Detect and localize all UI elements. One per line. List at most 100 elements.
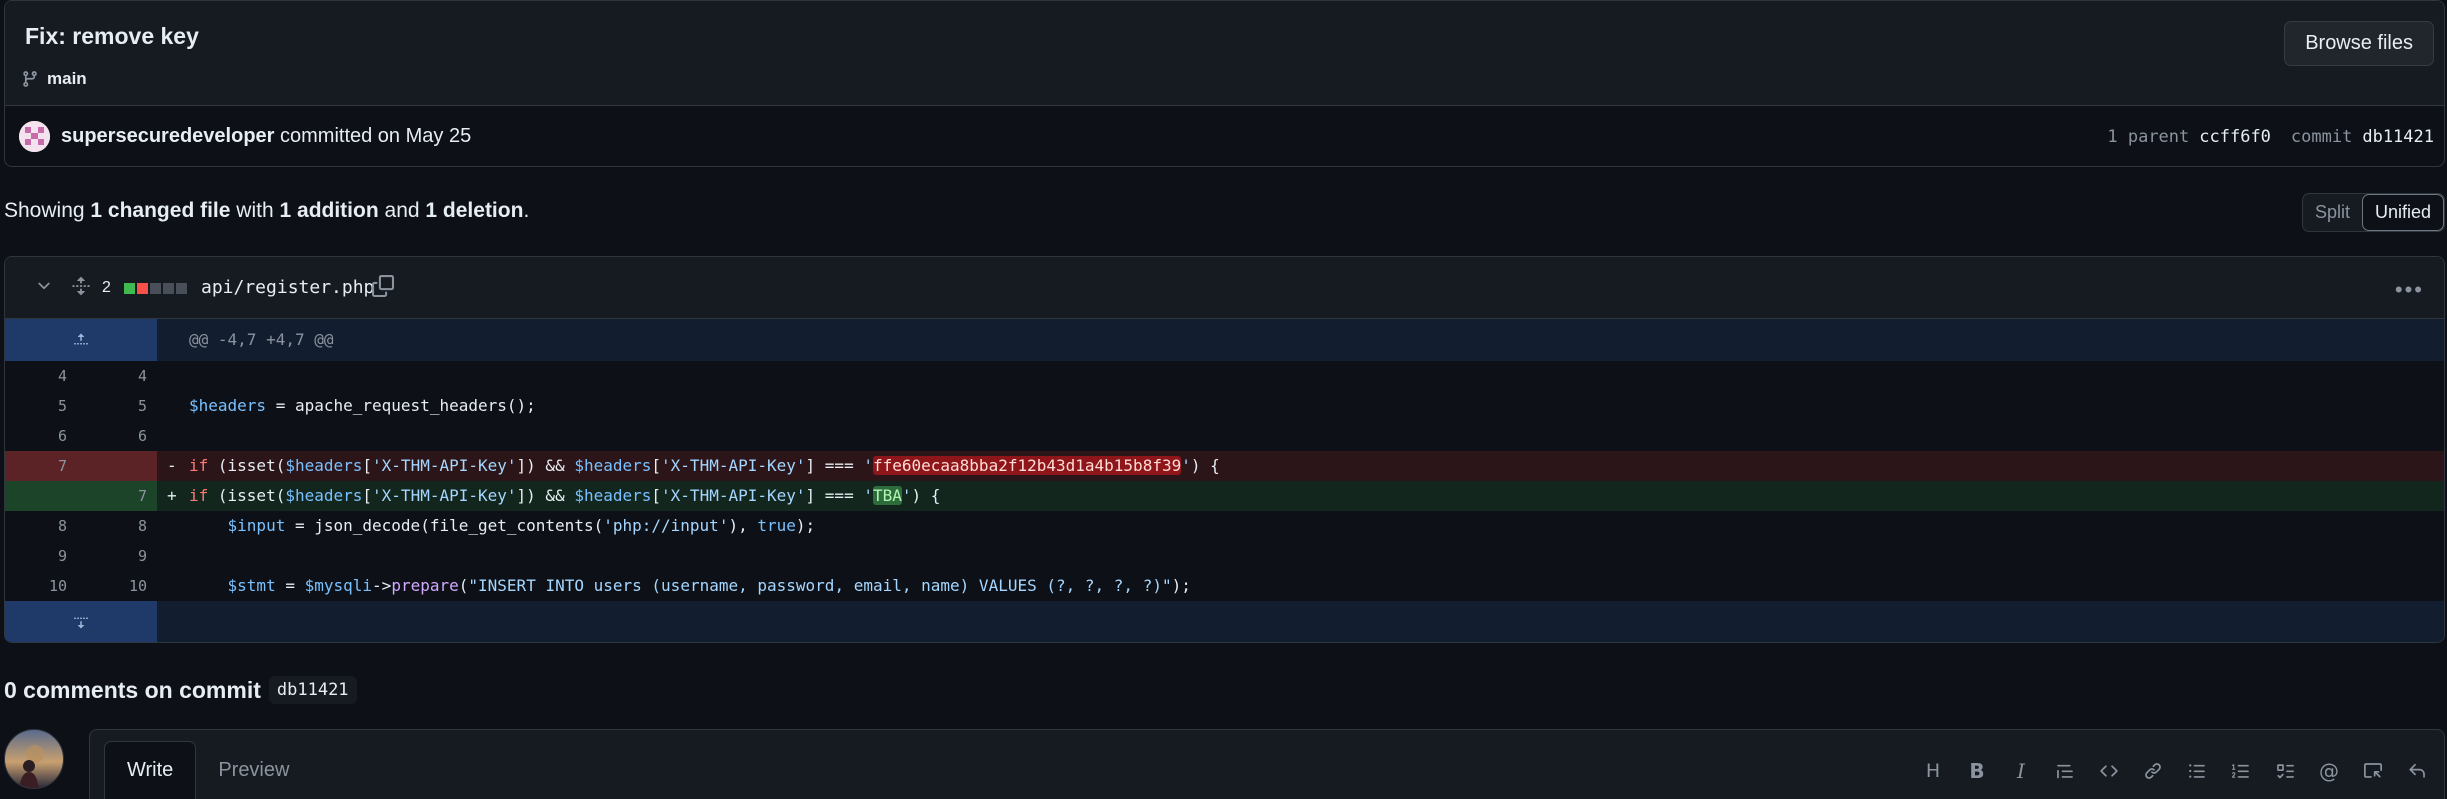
author-link[interactable]: supersecuredeveloper (61, 125, 274, 147)
new-line-number[interactable]: 4 (87, 361, 147, 391)
code-token: ]) && (516, 456, 575, 475)
diff-line: 9 9 (5, 541, 2444, 571)
code-token: ); (795, 516, 816, 535)
commit-sha: db11421 (2362, 127, 2434, 147)
old-line-number[interactable]: 5 (5, 391, 67, 421)
branch-name[interactable]: main (47, 69, 87, 89)
new-line-number[interactable]: 10 (87, 571, 147, 601)
new-line-number[interactable]: 8 (87, 511, 147, 541)
code-token: ) { (911, 486, 941, 505)
deletion-marker: - (167, 456, 177, 475)
code-token: true (757, 516, 796, 535)
code-token: if (189, 486, 209, 505)
code-token: 'X-THM-API-Key' (661, 456, 806, 475)
parent-sha-link[interactable]: ccff6f0 (2199, 127, 2271, 147)
new-api-key: TBA (872, 486, 902, 505)
diff-line: 8 8 $input = json_decode(file_get_conten… (5, 511, 2444, 541)
branch-label[interactable]: main (21, 69, 87, 89)
code-token: = json_decode(file_get_contents( (285, 516, 604, 535)
file-diff: 2 api/register.php ••• @@ -4,7 +4,7 @@ 4… (4, 256, 2445, 643)
old-line-number[interactable]: 7 (5, 451, 67, 481)
code-token: [ (651, 456, 662, 475)
diffstat-add-block (124, 283, 135, 294)
link-icon[interactable] (2140, 758, 2166, 784)
code-token: = apache_request_headers(); (266, 396, 536, 415)
author-avatar[interactable] (19, 121, 50, 152)
old-line-number[interactable]: 6 (5, 421, 67, 451)
new-line-number[interactable]: 7 (87, 481, 147, 511)
preview-tab[interactable]: Preview (196, 741, 311, 799)
heading-icon[interactable]: H (1920, 758, 1946, 784)
diffstat-bar (124, 283, 187, 294)
addition-marker: + (167, 486, 177, 505)
code-token: $headers (285, 456, 363, 475)
change-count: 2 (102, 279, 111, 296)
comments-title-text: 0 comments on commit (4, 676, 261, 703)
unordered-list-icon[interactable] (2184, 758, 2210, 784)
expand-down-icon[interactable] (73, 612, 89, 632)
italic-icon[interactable]: I (2008, 758, 2034, 784)
old-line-number[interactable] (5, 481, 67, 511)
reply-icon[interactable] (2404, 758, 2430, 784)
unified-view-button[interactable]: Unified (2361, 194, 2444, 231)
commit-label: commit (2290, 127, 2353, 147)
old-line-number[interactable]: 9 (5, 541, 67, 571)
more-options-icon[interactable]: ••• (2395, 277, 2424, 303)
code-token: = (275, 576, 305, 595)
copy-icon[interactable] (372, 274, 394, 298)
commit-header: Fix: remove key main Browse files supers… (4, 0, 2445, 167)
committed-date: committed on May 25 (280, 125, 472, 147)
comments-heading: 0 comments on commit db11421 (4, 676, 357, 704)
code-token: 'php://input' (603, 516, 729, 535)
code-token: ) { (1190, 456, 1220, 475)
hunk-header-text: @@ -4,7 +4,7 @@ (189, 330, 334, 349)
code-token: ] === (805, 456, 864, 475)
bold-icon[interactable]: B (1964, 758, 1990, 784)
diff-view-toggle: Split Unified (2301, 193, 2445, 232)
old-line-number[interactable]: 10 (5, 571, 67, 601)
new-line-number[interactable]: 9 (87, 541, 147, 571)
new-line-number[interactable] (87, 451, 147, 481)
task-list-icon[interactable] (2272, 758, 2298, 784)
code-line: $stmt = $mysqli->prepare("INSERT INTO us… (189, 571, 1191, 601)
write-tab[interactable]: Write (104, 741, 197, 799)
hunk-header-row: @@ -4,7 +4,7 @@ (5, 319, 2444, 361)
new-line-number[interactable]: 6 (87, 421, 147, 451)
file-name-link[interactable]: api/register.php (201, 277, 374, 298)
expand-all-icon[interactable] (71, 275, 91, 297)
reference-icon[interactable] (2360, 758, 2386, 784)
code-token: ), (728, 516, 758, 535)
old-line-number[interactable]: 4 (5, 361, 67, 391)
code-icon[interactable] (2096, 758, 2122, 784)
summary-additions: 1 addition (279, 199, 379, 222)
code-line: if (isset($headers['X-THM-API-Key']) && … (189, 451, 1220, 481)
code-token: $headers (285, 486, 363, 505)
split-view-button[interactable]: Split (2303, 194, 2362, 231)
old-line-number[interactable]: 8 (5, 511, 67, 541)
chevron-down-icon[interactable] (35, 277, 53, 295)
code-token: (isset( (208, 456, 286, 475)
code-line: $input = json_decode(file_get_contents('… (189, 511, 816, 541)
code-token: $stmt (227, 576, 276, 595)
diffstat-neutral-block (163, 283, 174, 294)
new-line-number[interactable]: 5 (87, 391, 147, 421)
editor-tabs: Write Preview (104, 741, 311, 799)
code-token: 'X-THM-API-Key' (372, 486, 517, 505)
current-user-avatar[interactable] (4, 729, 64, 789)
summary-files[interactable]: 1 changed file (90, 199, 230, 222)
code-token: $headers (574, 486, 652, 505)
diffstat-neutral-block (176, 283, 187, 294)
code-token: ' (1181, 456, 1191, 475)
ordered-list-icon[interactable] (2228, 758, 2254, 784)
browse-files-button[interactable]: Browse files (2284, 21, 2434, 66)
mention-icon[interactable]: @ (2316, 758, 2342, 784)
quote-icon[interactable] (2052, 758, 2078, 784)
code-token: ( (458, 576, 469, 595)
code-token: "INSERT INTO users (username, password, … (468, 576, 1172, 595)
author-row: supersecuredeveloper committed on May 25… (5, 107, 2444, 166)
code-line: $headers = apache_request_headers(); (189, 391, 536, 421)
expand-up-icon[interactable] (73, 330, 89, 350)
diffstat-del-block (137, 283, 148, 294)
